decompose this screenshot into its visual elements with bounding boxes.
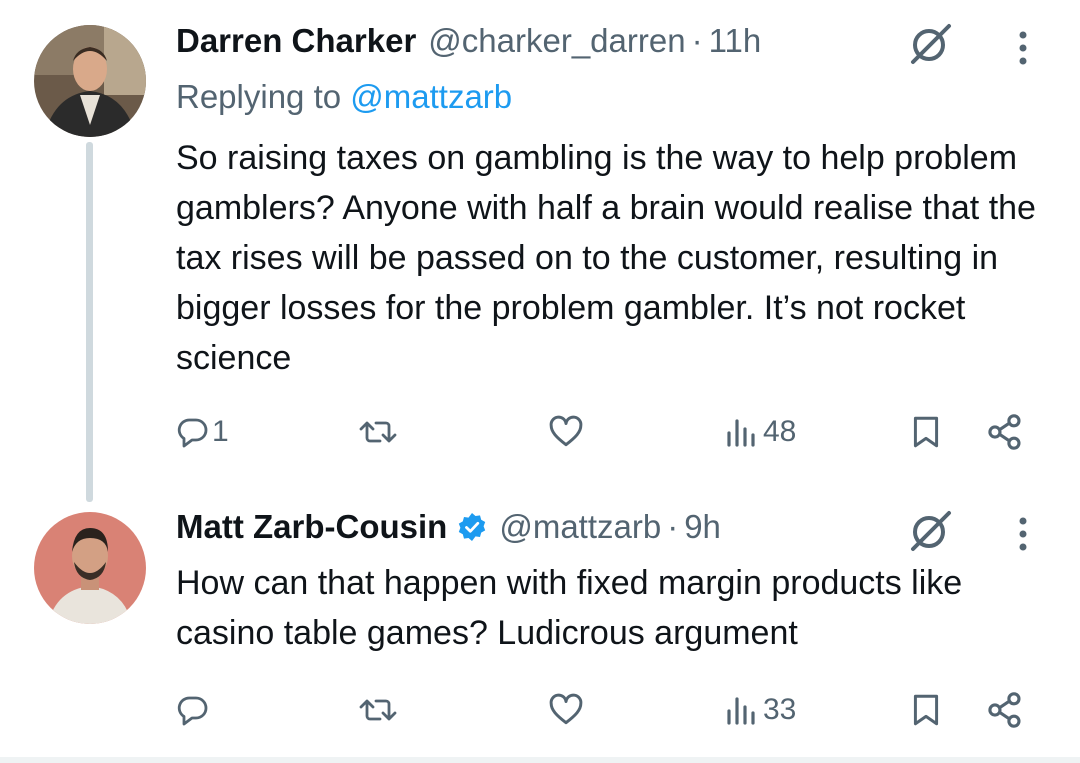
views-button[interactable]: 48 [723,407,796,457]
tweet-header: Darren Charker @charker_darren · 11h [176,22,761,60]
author-handle[interactable]: @mattzarb [499,508,661,546]
like-icon [549,415,583,447]
reply-button[interactable]: 1 [176,407,229,457]
views-icon [727,419,755,447]
share-button[interactable] [986,685,1024,735]
avatar[interactable] [34,512,146,624]
bottom-divider [0,757,1080,763]
tweet-header: Matt Zarb-Cousin @mattzarb · 9h [176,508,721,546]
retweet-icon [359,699,397,721]
tweet-text: How can that happen with fixed margin pr… [176,564,963,652]
separator-dot: · [691,22,703,59]
bookmark-icon [913,416,939,448]
separator-dot: · [667,508,679,545]
tweet-darren[interactable]: Darren Charker @charker_darren · 11h Rep… [0,0,1080,500]
verified-badge-icon [459,513,486,541]
retweet-button[interactable] [358,685,398,735]
bookmark-button[interactable] [908,685,944,735]
views-button[interactable]: 33 [723,685,796,735]
like-icon [549,693,583,725]
replying-to: Replying to @mattzarb [176,78,512,116]
retweet-icon [359,421,397,443]
views-count: 48 [763,415,797,448]
like-button[interactable] [548,685,584,735]
tweet-matt[interactable]: Matt Zarb-Cousin @mattzarb · 9h How can … [0,500,1080,763]
share-icon [988,414,1021,450]
tweet-text: So raising taxes on gambling is the way … [176,139,1036,377]
bookmark-button[interactable] [908,407,944,457]
grok-icon[interactable] [905,18,955,68]
author-name[interactable]: Matt Zarb-Cousin [176,508,447,546]
bookmark-icon [913,694,939,726]
reply-button[interactable] [176,685,212,735]
reply-count: 1 [212,415,229,448]
reply-icon [177,418,208,448]
avatar[interactable] [34,25,146,137]
replying-prefix: Replying to [176,78,351,115]
more-vertical-icon[interactable] [1013,514,1033,554]
author-handle[interactable]: @charker_darren [428,22,685,60]
reply-icon [177,696,208,726]
timestamp[interactable]: 9h [684,508,721,546]
author-name[interactable]: Darren Charker [176,22,416,60]
views-icon [727,697,755,725]
tweet-actions: 1 48 [0,407,1080,457]
grok-icon[interactable] [905,505,955,555]
share-button[interactable] [986,407,1024,457]
timestamp[interactable]: 11h [709,22,762,60]
retweet-button[interactable] [358,407,398,457]
tweet-actions: 33 [0,685,1080,735]
like-button[interactable] [548,407,584,457]
replying-mention-link[interactable]: @mattzarb [350,78,512,115]
more-vertical-icon[interactable] [1013,28,1033,68]
share-icon [988,692,1021,728]
views-count: 33 [763,693,797,726]
